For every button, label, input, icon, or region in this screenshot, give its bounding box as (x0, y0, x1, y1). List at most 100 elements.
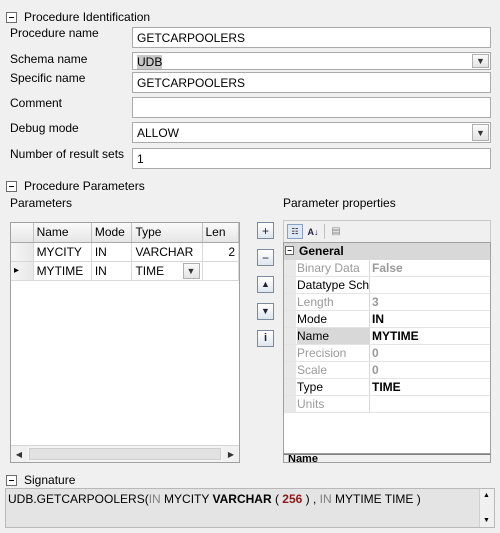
parameters-table: Name Mode Type Len MYCITY IN VARCHAR 2 ▸… (11, 223, 239, 281)
param-name-cell[interactable]: MYTIME (33, 261, 92, 281)
collapse-icon[interactable]: − (285, 246, 294, 255)
categorized-icon[interactable]: ☷ (287, 224, 303, 239)
param-type-cell[interactable]: TIME ▼ (131, 261, 203, 281)
collapse-icon[interactable] (6, 474, 17, 486)
property-row[interactable]: Binary Data False (284, 260, 490, 277)
remove-parameter-button[interactable]: − (257, 249, 274, 266)
scroll-left-icon[interactable]: ◀ (11, 446, 27, 462)
property-row[interactable]: Length 3 (284, 294, 490, 311)
add-icon: + (261, 223, 269, 238)
property-value[interactable]: 3 (372, 294, 490, 310)
info-button[interactable]: i (257, 330, 274, 347)
property-name[interactable]: Length (297, 294, 370, 310)
debug-mode-label: Debug mode (10, 121, 79, 135)
table-row[interactable]: MYCITY IN VARCHAR 2 (11, 242, 239, 262)
signature-box[interactable]: UDB.GETCARPOOLERS(IN MYCITY VARCHAR ( 25… (5, 488, 495, 528)
property-pages-icon[interactable]: ▤ (328, 224, 344, 239)
signature-length: 256 (282, 492, 303, 506)
property-gutter (284, 294, 296, 310)
scroll-right-icon[interactable]: ▶ (223, 446, 239, 462)
move-up-button[interactable]: ▲ (257, 276, 274, 293)
property-value[interactable]: 0 (372, 345, 490, 361)
procedure-parameters-header[interactable]: Procedure Parameters (6, 178, 145, 194)
property-value[interactable]: TIME (372, 379, 490, 395)
signature-paren: ) (302, 492, 313, 506)
property-row[interactable]: Datatype Sch (284, 277, 490, 294)
param-type-cell[interactable]: VARCHAR (131, 242, 203, 262)
result-sets-label: Number of result sets (10, 147, 125, 161)
chevron-down-icon[interactable]: ▼ (472, 54, 489, 68)
scroll-up-icon[interactable]: ▲ (483, 492, 490, 499)
property-row[interactable]: Name MYTIME (284, 328, 490, 345)
signature-rest: MYTIME TIME ) (331, 492, 421, 506)
signature-mode: IN (319, 492, 332, 506)
property-value[interactable]: 0 (372, 362, 490, 378)
debug-mode-combo[interactable]: ALLOW ▼ (132, 122, 491, 143)
property-description: Name (283, 454, 491, 463)
scroll-down-icon[interactable]: ▼ (483, 517, 490, 524)
property-name[interactable]: Name (297, 328, 370, 344)
property-value[interactable]: MYTIME (372, 328, 490, 344)
toolbar-divider (324, 224, 325, 239)
property-name[interactable]: Mode (297, 311, 370, 327)
move-down-button[interactable]: ▼ (257, 303, 274, 320)
column-header[interactable]: Mode (91, 223, 133, 243)
table-row[interactable]: ▸ MYTIME IN TIME ▼ (11, 261, 239, 281)
horizontal-scrollbar[interactable]: ◀ ▶ (11, 445, 239, 462)
procedure-identification-header[interactable]: Procedure Identification (6, 9, 150, 25)
property-gutter (284, 328, 296, 344)
property-value[interactable]: IN (372, 311, 490, 327)
row-indicator[interactable] (11, 242, 34, 262)
result-sets-input[interactable]: 1 (132, 148, 491, 169)
property-row[interactable]: Type TIME (284, 379, 490, 396)
column-header[interactable]: Len (202, 223, 239, 243)
signature-mode: IN (148, 492, 161, 506)
column-header[interactable]: Type (131, 223, 203, 243)
property-name[interactable]: Binary Data (297, 260, 370, 276)
param-mode-cell[interactable]: IN (91, 261, 133, 281)
property-name[interactable]: Scale (297, 362, 370, 378)
property-value[interactable]: False (372, 260, 490, 276)
chevron-down-icon[interactable]: ▼ (472, 124, 489, 141)
signature-text: UDB.GETCARPOOLERS(IN MYCITY VARCHAR ( 25… (8, 492, 421, 506)
property-row[interactable]: Mode IN (284, 311, 490, 328)
specific-name-label: Specific name (10, 71, 86, 85)
param-len-cell[interactable]: 2 (202, 242, 239, 262)
property-value[interactable] (372, 396, 490, 412)
procedure-name-input[interactable]: GETCARPOOLERS (132, 27, 491, 48)
property-row[interactable]: Precision 0 (284, 345, 490, 362)
param-len-cell[interactable] (202, 261, 239, 281)
schema-name-combo[interactable]: UDB ▼ (132, 52, 491, 70)
property-value[interactable] (372, 277, 490, 293)
signature-header[interactable]: Signature (6, 472, 75, 488)
property-name[interactable]: Units (297, 396, 370, 412)
property-name[interactable]: Precision (297, 345, 370, 361)
scroll-thumb[interactable] (29, 448, 221, 460)
signature-type: VARCHAR (212, 492, 272, 506)
alphabetical-sort-icon[interactable]: A↓ (305, 224, 321, 239)
specific-name-input[interactable]: GETCARPOOLERS (132, 72, 491, 93)
remove-icon: − (261, 250, 269, 265)
property-row[interactable]: Scale 0 (284, 362, 490, 379)
property-name[interactable]: Type (297, 379, 370, 395)
current-row-indicator[interactable]: ▸ (11, 261, 34, 281)
add-parameter-button[interactable]: + (257, 222, 274, 239)
param-name-cell[interactable]: MYCITY (33, 242, 92, 262)
parameters-grid[interactable]: Name Mode Type Len MYCITY IN VARCHAR 2 ▸… (10, 222, 240, 463)
property-gutter (284, 396, 296, 412)
param-mode-cell[interactable]: IN (91, 242, 133, 262)
comment-input[interactable] (132, 97, 491, 118)
property-grid[interactable]: − General Binary Data False Datatype Sch Le… (283, 242, 491, 454)
section-title: Procedure Parameters (24, 179, 145, 193)
property-name[interactable]: Datatype Sch (297, 277, 370, 293)
column-header[interactable]: Name (33, 223, 92, 243)
property-gutter (284, 345, 296, 361)
section-title: Signature (24, 473, 76, 487)
collapse-icon[interactable] (6, 11, 17, 23)
collapse-icon[interactable] (6, 180, 17, 192)
property-category[interactable]: − General (284, 243, 490, 260)
property-row[interactable]: Units (284, 396, 490, 413)
vertical-scrollbar[interactable]: ▲ ▼ (479, 489, 494, 527)
param-type-value: TIME (135, 263, 165, 278)
chevron-down-icon[interactable]: ▼ (182, 262, 200, 279)
